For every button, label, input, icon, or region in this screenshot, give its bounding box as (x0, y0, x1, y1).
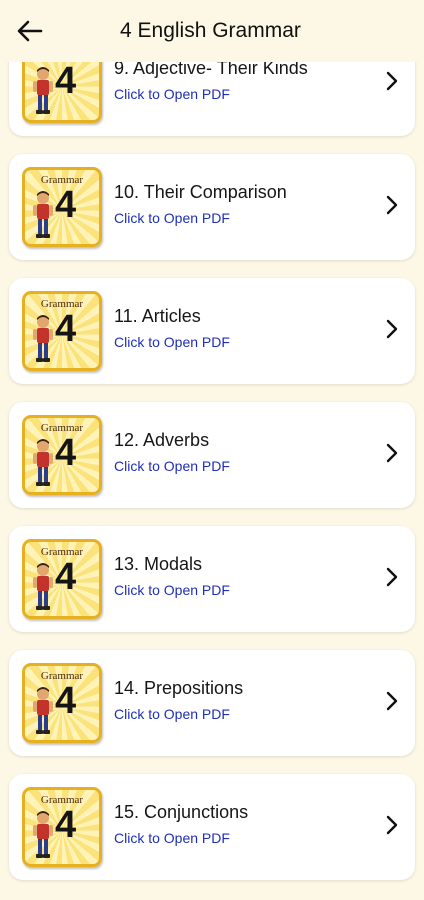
list-item-2[interactable]: Grammar 4 10. Their Comparison Click to … (9, 154, 415, 260)
chevron-right-icon (386, 815, 398, 835)
boy-illustration-icon (33, 191, 53, 238)
open-pdf-link[interactable]: Click to Open PDF (114, 334, 230, 350)
arrow-left-icon (17, 20, 43, 42)
chevron-right-icon (386, 567, 398, 587)
grammar-book-thumbnail: Grammar 4 (22, 539, 102, 619)
chevron-right-icon (386, 443, 398, 463)
list-item-4[interactable]: Grammar 4 12. Adverbs Click to Open PDF (9, 402, 415, 508)
grammar-book-thumbnail: Grammar 4 (22, 167, 102, 247)
open-pdf-link[interactable]: Click to Open PDF (114, 830, 230, 846)
thumbnail-number: 4 (55, 432, 77, 474)
chevron-right-icon (386, 319, 398, 339)
chevron-right-icon (386, 71, 398, 91)
list-item-7[interactable]: Grammar 4 15. Conjunctions Click to Open… (9, 774, 415, 880)
list-item-3[interactable]: Grammar 4 11. Articles Click to Open PDF (9, 278, 415, 384)
thumbnail-number: 4 (55, 308, 77, 350)
open-pdf-link[interactable]: Click to Open PDF (114, 706, 230, 722)
thumbnail-number: 4 (55, 680, 77, 722)
item-title: 13. Modals (114, 554, 203, 574)
thumbnail-number: 4 (55, 60, 77, 102)
item-title: 11. Articles (114, 306, 201, 326)
boy-illustration-icon (33, 563, 53, 610)
grammar-book-thumbnail: Grammar 4 (22, 663, 102, 743)
thumbnail-number: 4 (55, 556, 77, 598)
open-pdf-link[interactable]: Click to Open PDF (114, 86, 230, 102)
app-bar: 4 English Grammar (0, 0, 424, 62)
grammar-book-thumbnail: Grammar 4 (22, 415, 102, 495)
boy-illustration-icon (33, 439, 53, 486)
item-title: 15. Conjunctions (114, 802, 249, 822)
list-item-6[interactable]: Grammar 4 14. Prepositions Click to Open… (9, 650, 415, 756)
page-title: 4 English Grammar (120, 19, 301, 42)
open-pdf-link[interactable]: Click to Open PDF (114, 582, 230, 598)
back-button[interactable] (14, 15, 46, 47)
grammar-book-thumbnail: Grammar 4 (22, 291, 102, 371)
chevron-right-icon (386, 691, 398, 711)
thumbnail-number: 4 (55, 804, 77, 846)
boy-illustration-icon (33, 687, 53, 734)
item-title: 14. Prepositions (114, 678, 244, 698)
boy-illustration-icon (33, 67, 53, 114)
chevron-right-icon (386, 195, 398, 215)
list-item-5[interactable]: Grammar 4 13. Modals Click to Open PDF (9, 526, 415, 632)
boy-illustration-icon (33, 315, 53, 362)
thumbnail-number: 4 (55, 184, 77, 226)
grammar-book-thumbnail: Grammar 4 (22, 787, 102, 867)
item-title: 12. Adverbs (114, 430, 210, 450)
boy-illustration-icon (33, 811, 53, 858)
open-pdf-link[interactable]: Click to Open PDF (114, 210, 230, 226)
item-title: 10. Their Comparison (114, 182, 287, 202)
open-pdf-link[interactable]: Click to Open PDF (114, 458, 230, 474)
